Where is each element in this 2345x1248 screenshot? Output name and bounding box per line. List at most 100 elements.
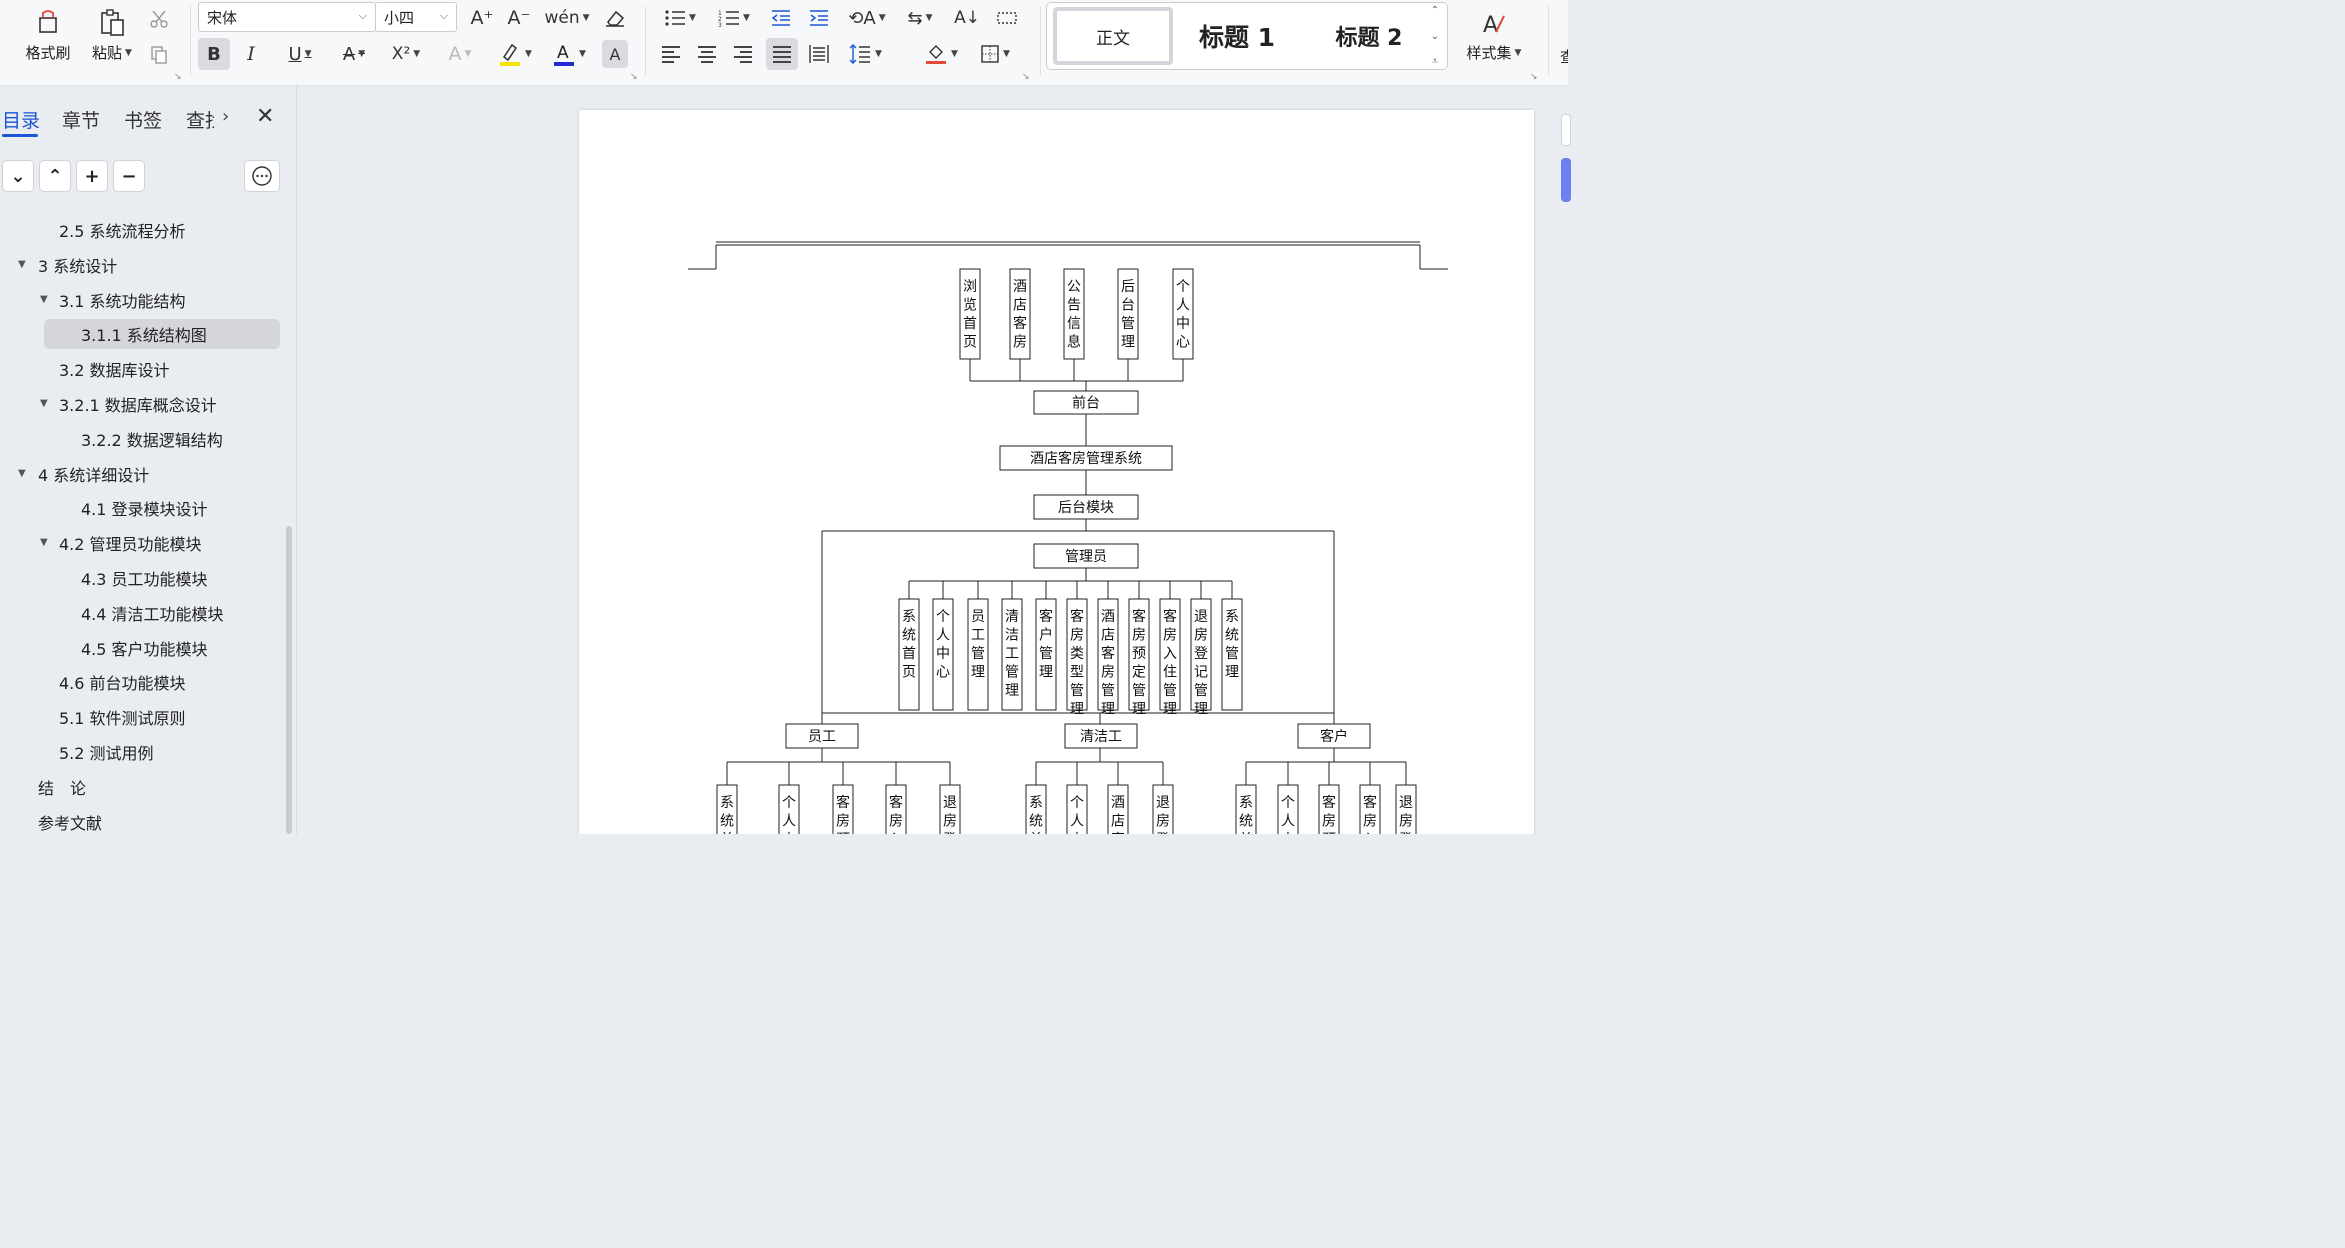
text-effects-button[interactable]: A ▼ — [438, 38, 482, 70]
frontend-node: 前台 — [1072, 395, 1100, 412]
align-center-button[interactable] — [692, 38, 722, 70]
find-button-partial[interactable]: 查 — [1560, 46, 1568, 67]
collapse-down-button[interactable]: ⌄ — [2, 160, 34, 192]
paste-button[interactable]: 粘贴 ▼ — [86, 4, 138, 63]
chevron-down-icon: ⌵ — [358, 9, 367, 22]
expand-toggle-icon[interactable]: ▼ — [40, 537, 48, 548]
numbered-list-button[interactable]: 1 2 3 ▼ — [712, 4, 756, 32]
style-gallery-scroll[interactable]: ⌃ ⌄ ⩡ — [1427, 5, 1443, 67]
bullet-list-button[interactable]: ▼ — [658, 4, 702, 32]
style-heading-2[interactable]: 标题 2 — [1319, 7, 1419, 65]
side-panel-tab[interactable] — [1561, 114, 1571, 146]
style-normal[interactable]: 正文 — [1053, 7, 1173, 65]
align-left-button[interactable] — [656, 38, 686, 70]
font-name-select[interactable]: 宋体 ⌵ — [198, 2, 376, 32]
justify-button[interactable] — [766, 38, 798, 70]
shading-button[interactable]: ▼ — [918, 38, 964, 70]
tab-find[interactable]: 查找 — [186, 106, 214, 133]
tab-toc[interactable]: 目录 — [2, 106, 40, 133]
borders-icon — [981, 45, 999, 63]
sort-icon: A↓ — [954, 8, 980, 28]
italic-button[interactable]: I — [236, 38, 266, 70]
toc-item[interactable]: 5.2 测试用例 — [0, 737, 280, 767]
strikethrough-icon: A — [342, 43, 356, 65]
toc-item[interactable]: 4 系统详细设计 ▼ — [0, 459, 280, 489]
expand-toggle-icon[interactable]: ▼ — [40, 294, 48, 305]
toc-item[interactable]: 3.2 数据库设计 — [0, 354, 280, 384]
text-direction-button[interactable]: ⟲A ▼ — [844, 4, 890, 32]
tab-chapters[interactable]: 章节 — [62, 106, 100, 133]
font-group-launcher-icon[interactable]: ↘ — [630, 72, 638, 82]
toc-item[interactable]: 4.1 登录模块设计 — [0, 493, 280, 523]
expand-toggle-icon[interactable]: ▼ — [18, 259, 26, 270]
add-heading-button[interactable]: + — [76, 160, 108, 192]
highlight-button[interactable]: ▼ — [492, 38, 538, 70]
paste-label: 粘贴 — [92, 44, 123, 62]
format-painter-button[interactable]: 格式刷 — [22, 4, 74, 63]
customer-node: 客户 — [1320, 728, 1348, 745]
line-spacing-button[interactable]: ▼ — [842, 38, 888, 70]
tab-bookmarks[interactable]: 书签 — [124, 106, 162, 133]
tabs-scroll-right-icon[interactable]: › — [222, 106, 229, 127]
font-size-select[interactable]: 小四 ⌵ — [375, 2, 457, 32]
toc-item-label: 4.5 客户功能模块 — [81, 639, 208, 659]
toc-item[interactable]: 3.1 系统功能结构 ▼ — [0, 285, 280, 315]
clear-format-button[interactable] — [600, 4, 630, 32]
shrink-font-button[interactable]: A⁻ — [505, 4, 533, 32]
sidebar-scrollbar[interactable] — [286, 526, 292, 834]
distributed-button[interactable] — [804, 38, 834, 70]
character-shading-button[interactable]: A — [602, 40, 628, 68]
remove-heading-button[interactable]: − — [113, 160, 145, 192]
clipboard-group-launcher-icon[interactable]: ↘ — [174, 72, 182, 82]
toc-item[interactable]: 3.2.1 数据库概念设计 ▼ — [0, 389, 280, 419]
gallery-expand-icon[interactable]: ⩡ — [1432, 56, 1438, 67]
borders-button[interactable]: ▼ — [972, 38, 1018, 70]
close-pane-icon[interactable]: ✕ — [256, 104, 274, 129]
style-heading-1[interactable]: 标题 1 — [1187, 7, 1287, 65]
toc-item[interactable]: 4.3 员工功能模块 — [0, 563, 280, 593]
cut-button[interactable] — [146, 6, 172, 32]
chevron-down-icon[interactable]: ⌄ — [1431, 31, 1439, 42]
module-label: 退房登记管理 — [943, 795, 957, 834]
expand-toggle-icon[interactable]: ▼ — [18, 468, 26, 479]
toc-item[interactable]: 4.4 清洁工功能模块 — [0, 598, 280, 628]
ltr-rtl-button[interactable]: ⇆ ▼ — [898, 4, 942, 32]
toc-item[interactable]: 参考文献 — [0, 807, 280, 837]
styles-group-launcher-icon[interactable]: ↘ — [1530, 72, 1538, 82]
toc-item[interactable]: 4.2 管理员功能模块 ▼ — [0, 528, 280, 558]
align-right-button[interactable] — [728, 38, 758, 70]
toc-item-label: 4.4 清洁工功能模块 — [81, 604, 224, 624]
toc-item[interactable]: 3.2.2 数据逻辑结构 — [0, 424, 280, 454]
show-hide-marks-button[interactable] — [992, 4, 1022, 32]
document-page[interactable]: 浏览首页 酒店客房 公告信息 后台管理 个人中心 前台 酒店客房管理系统 后台模块 管理员 系统首… — [579, 110, 1534, 834]
toc-options-button[interactable] — [244, 160, 280, 192]
toc-item[interactable]: 3.1.1 系统结构图 — [44, 319, 280, 350]
expand-toggle-icon[interactable]: ▼ — [40, 398, 48, 409]
superscript-button[interactable]: X² ▼ — [384, 38, 428, 70]
module-label: 系统首页 — [1029, 795, 1043, 834]
phonetic-guide-button[interactable]: wén ▼ — [544, 4, 589, 32]
chevron-up-icon[interactable]: ⌃ — [1431, 5, 1439, 16]
paste-dropdown-icon[interactable]: ▼ — [125, 48, 132, 58]
style-set-button[interactable]: A 样式集 ▼ — [1460, 4, 1528, 63]
toc-item-label: 4 系统详细设计 — [38, 465, 150, 485]
toc-item[interactable]: 4.6 前台功能模块 — [0, 667, 280, 697]
toc-item[interactable]: 4.5 客户功能模块 — [0, 633, 280, 663]
style-set-label: 样式集 — [1466, 44, 1512, 62]
paragraph-group-launcher-icon[interactable]: ↘ — [1022, 72, 1030, 82]
toc-item[interactable]: 结 论 — [0, 772, 280, 802]
sort-button[interactable]: A↓ — [952, 4, 982, 32]
toc-item[interactable]: 2.5 系统流程分析 — [0, 215, 280, 245]
collapse-up-button[interactable]: ⌃ — [39, 160, 71, 192]
decrease-indent-button[interactable] — [766, 4, 796, 32]
strikethrough-button[interactable]: A ▼ — [332, 38, 376, 70]
increase-indent-button[interactable] — [804, 4, 834, 32]
toc-item[interactable]: 5.1 软件测试原则 — [0, 702, 280, 732]
side-panel-tab-active[interactable] — [1561, 158, 1571, 202]
toc-item[interactable]: 3 系统设计 ▼ — [0, 250, 280, 280]
underline-button[interactable]: U ▼ — [278, 38, 322, 70]
bold-button[interactable]: B — [198, 38, 230, 70]
font-color-button[interactable]: A ▼ — [546, 38, 592, 70]
copy-button[interactable] — [146, 42, 172, 68]
grow-font-button[interactable]: A⁺ — [468, 4, 496, 32]
